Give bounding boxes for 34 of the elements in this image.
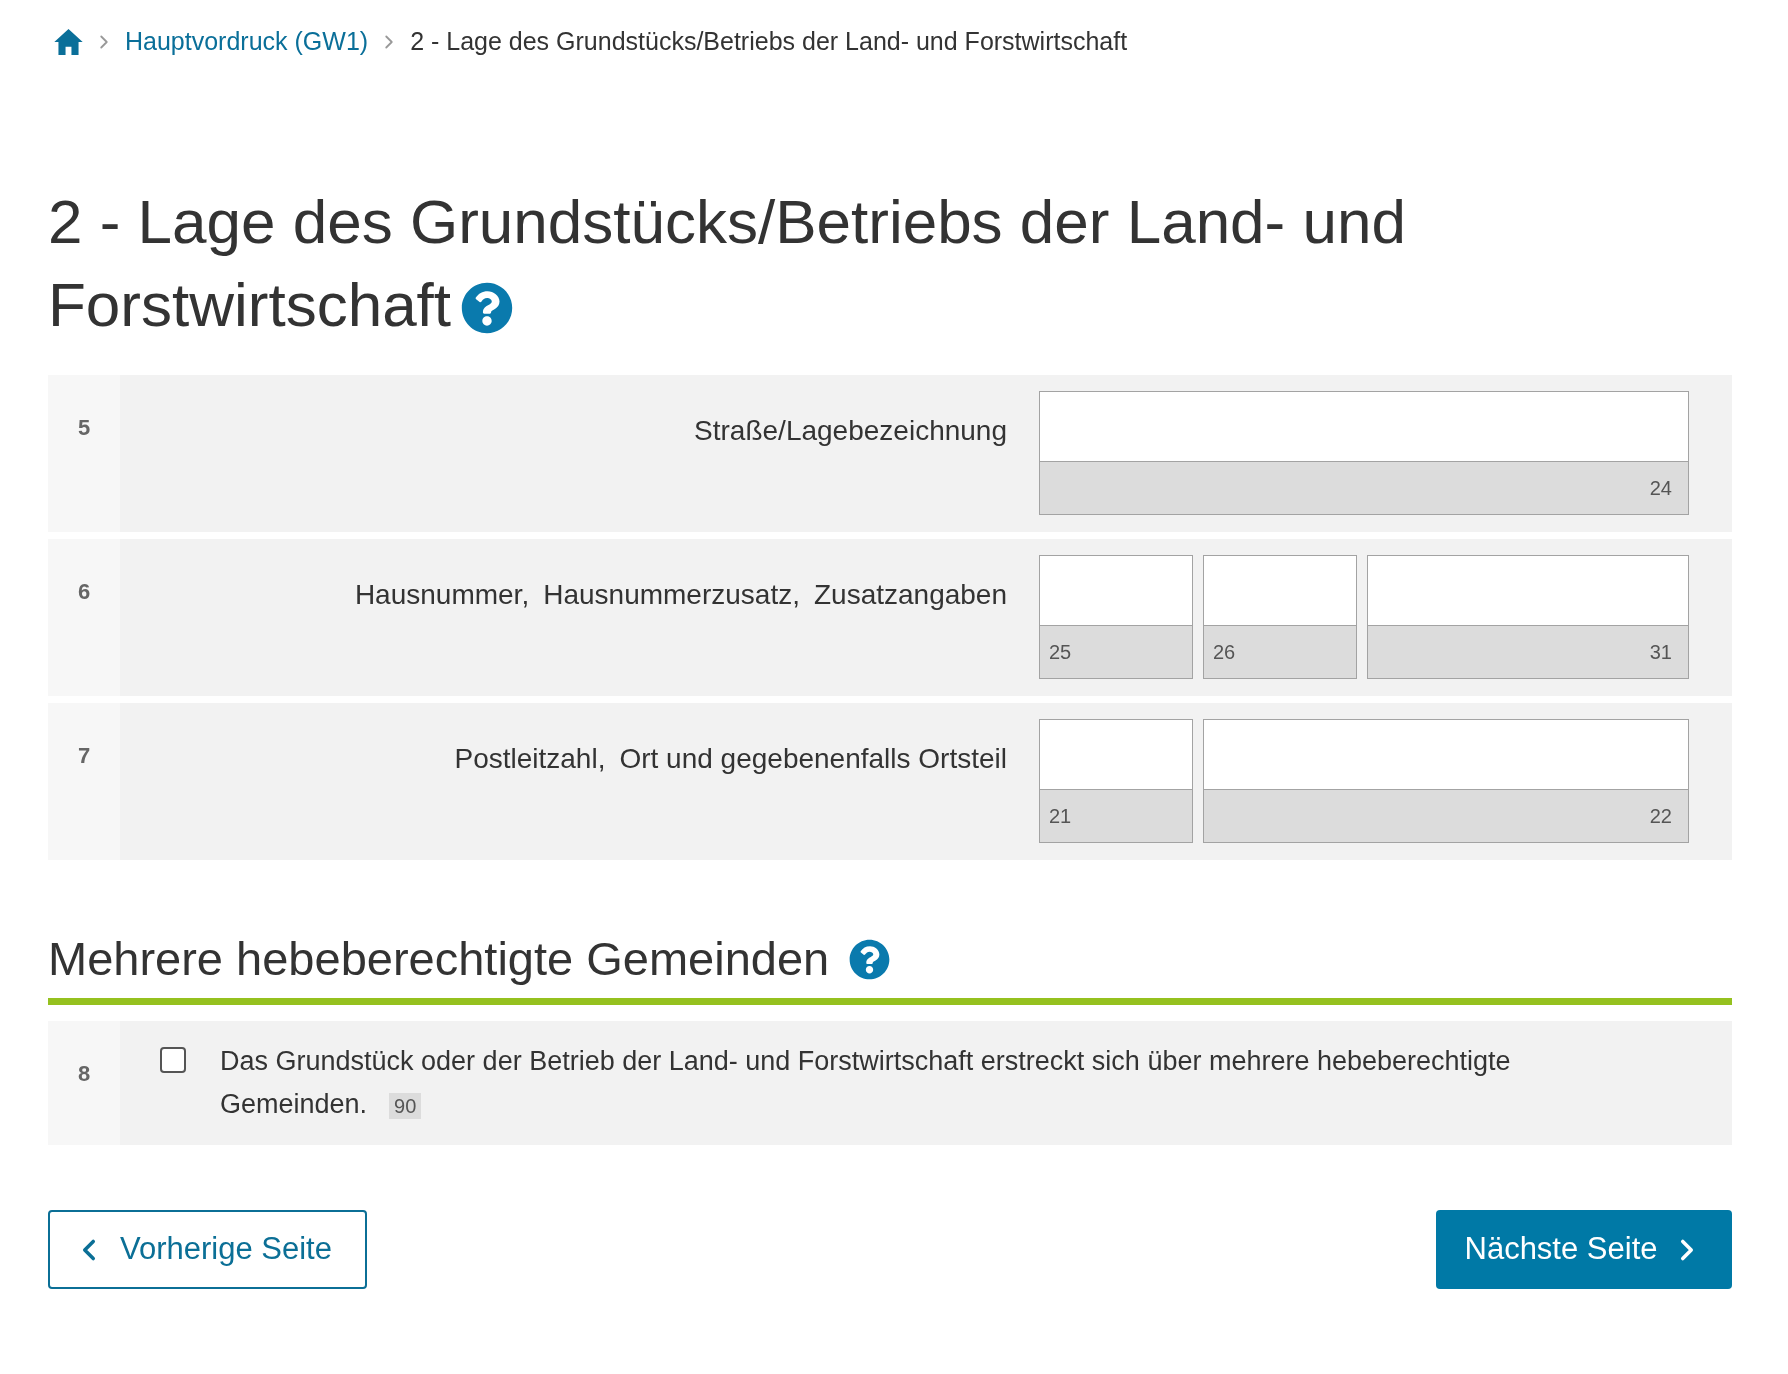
row-number: 7: [77, 742, 91, 770]
home-icon[interactable]: [54, 29, 83, 55]
text-input[interactable]: [1203, 719, 1689, 790]
text-input[interactable]: [1039, 391, 1689, 462]
help-icon[interactable]: [461, 282, 514, 334]
text-input[interactable]: [1039, 719, 1193, 790]
next-page-button[interactable]: Nächste Seite: [1436, 1210, 1732, 1289]
row-number: 5: [77, 414, 91, 442]
field-label: Zusatzangaben: [813, 578, 1007, 612]
field-label: Hausnummerzusatz,: [543, 578, 800, 612]
help-icon[interactable]: [849, 938, 891, 980]
text-input[interactable]: [1367, 555, 1689, 626]
previous-page-button[interactable]: Vorherige Seite: [48, 1210, 367, 1289]
field-code: 22: [1649, 804, 1672, 829]
row-number: 6: [77, 578, 91, 606]
field-code: 21: [1049, 804, 1072, 829]
field-code: 90: [389, 1092, 422, 1119]
checkbox[interactable]: [160, 1047, 186, 1073]
field-code: 24: [1649, 476, 1672, 501]
page-title: 2 - Lage des Grundstücks/Betriebs der Land- und Forstwirtschaft: [48, 186, 1407, 341]
field-label: Ort und gegebenenfalls Ortsteil: [619, 742, 1007, 776]
section-heading: Mehrere hebeberechtigte Gemeinden: [48, 931, 830, 987]
field-code: 26: [1213, 640, 1236, 665]
field-label: Hausnummer,: [354, 578, 530, 612]
row-number: 8: [77, 1060, 91, 1088]
breadcrumb-link[interactable]: Hauptvordruck (GW1): [125, 23, 369, 61]
field-label: Postleitzahl,: [454, 742, 606, 776]
field-label: Straße/Lagebezeichnung: [694, 414, 1007, 448]
checkbox-label: Das Grundstück oder der Betrieb der Land- und Forstwirtschaft erstreckt sich über mehrere hebeberechtigte Gemeinden. 90: [220, 1045, 1512, 1121]
field-code: 31: [1649, 640, 1672, 665]
text-input[interactable]: [1039, 555, 1193, 626]
field-code: 25: [1049, 640, 1072, 665]
text-input[interactable]: [1203, 555, 1357, 626]
breadcrumb-current: 2 - Lage des Grundstücks/Betriebs der Land- und Forstwirtschaft: [410, 26, 1128, 58]
